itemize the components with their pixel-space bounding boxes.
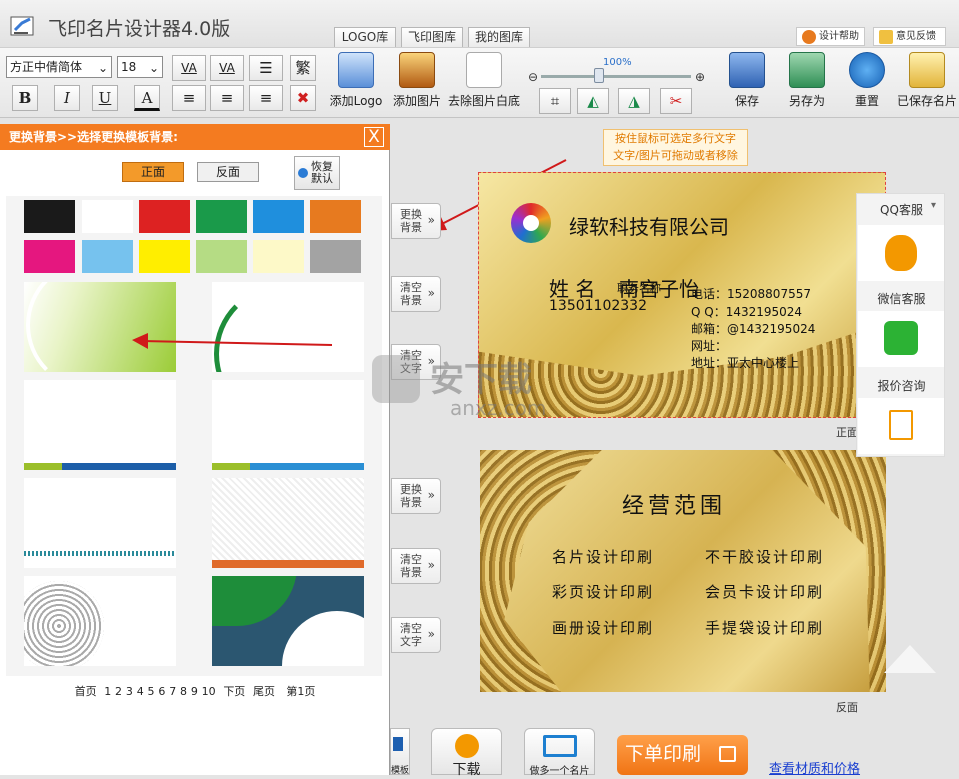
download-button[interactable]: 下载 bbox=[431, 728, 502, 778]
chevron-right-icon: » bbox=[427, 286, 435, 300]
collapse-icon[interactable]: ▾ bbox=[931, 200, 936, 211]
qq-service-button[interactable] bbox=[858, 225, 944, 281]
wechat-icon bbox=[884, 321, 918, 355]
make-another-card-button[interactable]: 做多一个名片 bbox=[524, 728, 595, 777]
clear-back-background-button[interactable]: 清空 背景» bbox=[391, 548, 441, 584]
service-item[interactable]: 画册设计印刷 bbox=[552, 617, 654, 638]
mobile-number[interactable]: 13501102332 bbox=[549, 298, 647, 314]
order-print-button[interactable]: 下单印刷 bbox=[617, 735, 748, 775]
email-line[interactable]: 邮箱：@1432195024 bbox=[691, 320, 815, 337]
scroll-top-icon[interactable] bbox=[884, 645, 936, 673]
chevron-right-icon: » bbox=[427, 213, 435, 227]
address-line[interactable]: 地址：亚太中心楼上 bbox=[691, 354, 799, 371]
qq-line[interactable]: Q Q：1432195024 bbox=[691, 303, 802, 320]
business-card-back[interactable]: 经营范围 名片设计印刷 不干胶设计印刷 彩页设计印刷 会员卡设计印刷 画册设计印… bbox=[480, 450, 886, 692]
wechat-service-button[interactable] bbox=[858, 311, 944, 367]
download-icon bbox=[455, 734, 479, 758]
template-icon bbox=[393, 737, 403, 751]
business-scope-title[interactable]: 经营范围 bbox=[622, 488, 726, 520]
customer-service-panel: QQ客服 ▾ 微信客服 报价咨询 bbox=[856, 193, 945, 457]
change-front-background-button[interactable]: 更换 背景» bbox=[391, 203, 441, 239]
website-line[interactable]: 网址： bbox=[691, 337, 727, 354]
print-icon bbox=[719, 746, 736, 762]
business-card-front[interactable]: 绿软科技有限公司 姓 名 南宫子怡 职务名称 13501102332 电话：15… bbox=[478, 172, 886, 418]
watermark-domain: anxz.com bbox=[450, 396, 547, 420]
clear-front-background-button[interactable]: 清空 背景» bbox=[391, 276, 441, 312]
quote-consult-button[interactable] bbox=[858, 398, 944, 454]
service-item[interactable]: 不干胶设计印刷 bbox=[705, 546, 824, 567]
company-name[interactable]: 绿软科技有限公司 bbox=[569, 211, 729, 240]
template-button[interactable]: 模板 bbox=[390, 728, 410, 775]
back-label: 反面 bbox=[836, 701, 858, 714]
job-title[interactable]: 职务名称 bbox=[617, 280, 661, 296]
phone-line[interactable]: 电话：15208807557 bbox=[691, 285, 811, 302]
chevron-right-icon: » bbox=[427, 627, 435, 641]
service-item[interactable]: 手提袋设计印刷 bbox=[705, 617, 824, 638]
chevron-right-icon: » bbox=[427, 558, 435, 572]
front-label: 正面 bbox=[836, 426, 858, 439]
document-icon bbox=[889, 410, 913, 440]
service-item[interactable]: 名片设计印刷 bbox=[552, 546, 654, 567]
chevron-right-icon: » bbox=[427, 488, 435, 502]
change-back-background-button[interactable]: 更换 背景» bbox=[391, 478, 441, 514]
watermark-text: 安下载 bbox=[430, 360, 532, 400]
service-item[interactable]: 彩页设计印刷 bbox=[552, 581, 654, 602]
qq-penguin-icon bbox=[885, 235, 917, 271]
service-item[interactable]: 会员卡设计印刷 bbox=[705, 581, 824, 602]
wechat-service-label: 微信客服 bbox=[877, 292, 926, 306]
clear-back-text-button[interactable]: 清空 文字» bbox=[391, 617, 441, 653]
add-card-icon bbox=[543, 735, 577, 757]
material-price-link[interactable]: 查看材质和价格 bbox=[769, 758, 860, 777]
quote-consult-label: 报价咨询 bbox=[877, 379, 926, 393]
hint-tooltip: 按住鼠标可选定多行文字 文字/图片可拖动或者移除 bbox=[603, 129, 748, 166]
watermark-icon bbox=[372, 355, 420, 403]
